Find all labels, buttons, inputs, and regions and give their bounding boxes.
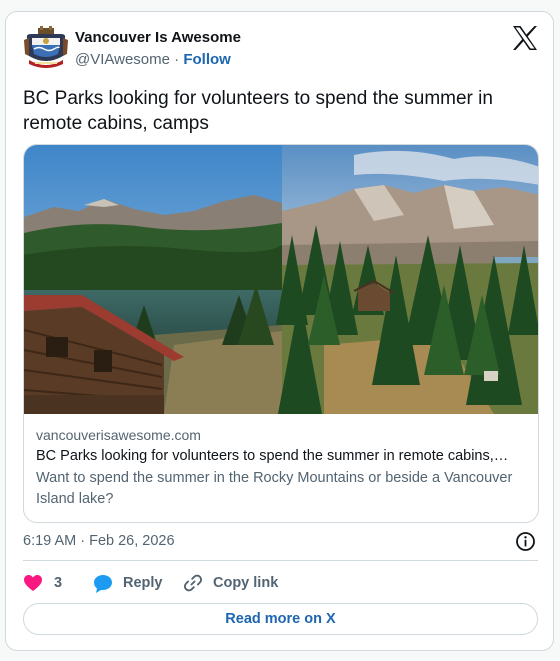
reply-bubble-icon bbox=[93, 574, 113, 593]
tweet-embed-card: Vancouver Is Awesome @VIAwesome · Follow… bbox=[5, 11, 554, 651]
link-title[interactable]: BC Parks looking for volunteers to spend… bbox=[36, 446, 528, 467]
x-logo-icon[interactable] bbox=[512, 26, 538, 50]
heart-icon bbox=[23, 574, 43, 592]
follow-button[interactable]: Follow bbox=[183, 51, 231, 68]
copy-link-button[interactable]: Copy link bbox=[183, 572, 278, 594]
like-count: 3 bbox=[54, 575, 63, 591]
copy-link-label: Copy link bbox=[213, 575, 279, 591]
reply-label: Reply bbox=[123, 575, 163, 591]
author-avatar[interactable] bbox=[23, 26, 69, 70]
handle-separator: · bbox=[174, 51, 180, 68]
info-icon[interactable] bbox=[515, 531, 536, 552]
link-description: Want to spend the summer in the Rocky Mo… bbox=[36, 470, 513, 507]
link-icon bbox=[183, 573, 203, 593]
like-button[interactable]: 3 bbox=[23, 572, 62, 594]
link-info: vancouverisawesome.com BC Parks looking … bbox=[36, 425, 528, 510]
tweet-timestamp[interactable]: 6:19 AM · Feb 26, 2026 bbox=[23, 533, 175, 549]
divider bbox=[23, 560, 538, 561]
link-preview-card[interactable]: vancouverisawesome.com BC Parks looking … bbox=[23, 144, 539, 523]
tweet-text: BC Parks looking for volunteers to spend… bbox=[23, 88, 493, 134]
link-domain: vancouverisawesome.com bbox=[36, 427, 201, 443]
read-more-button[interactable]: Read more on X bbox=[23, 603, 538, 635]
link-preview-image bbox=[24, 145, 538, 414]
action-bar: 3 Reply Copy link bbox=[23, 572, 538, 594]
author-name[interactable]: Vancouver Is Awesome bbox=[75, 29, 241, 46]
handle-row: @VIAwesome · Follow bbox=[75, 51, 231, 68]
author-handle[interactable]: @VIAwesome bbox=[75, 51, 170, 68]
reply-button[interactable]: Reply bbox=[93, 572, 163, 594]
